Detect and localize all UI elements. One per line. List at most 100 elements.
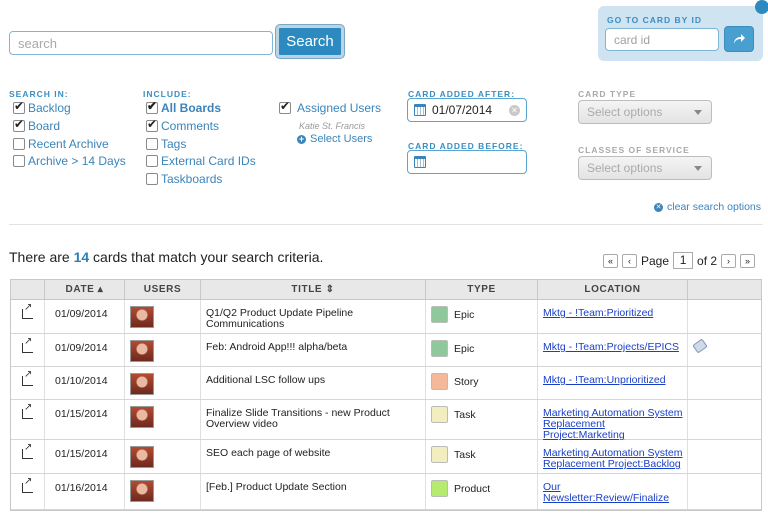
prev-page-button[interactable]: ‹: [622, 253, 637, 268]
open-card-cell[interactable]: [11, 300, 45, 333]
open-card-cell[interactable]: [11, 400, 45, 439]
date-cell: 01/15/2014: [45, 440, 125, 473]
search-button[interactable]: Search: [276, 25, 344, 58]
location-link[interactable]: Mktg - !Team:Unprioritized: [543, 374, 666, 386]
clear-search-label: clear search options: [667, 201, 761, 213]
open-card-icon[interactable]: [22, 402, 33, 419]
clear-search-options-link[interactable]: ✕ clear search options: [654, 201, 761, 213]
go-to-card-button[interactable]: [724, 26, 754, 52]
checkbox-label: Tags: [161, 137, 187, 151]
extra-cell: [688, 300, 761, 333]
users-cell: [125, 300, 201, 333]
avatar: [130, 340, 154, 362]
title-cell: Q1/Q2 Product Update Pipeline Communicat…: [201, 300, 426, 333]
table-row[interactable]: 01/15/2014 Finalize Slide Transitions - n…: [11, 400, 761, 441]
table-row[interactable]: 01/09/2014 Q1/Q2 Product Update Pipeline …: [11, 300, 761, 334]
type-label: Task: [454, 449, 476, 461]
checkbox-external-card-ids[interactable]: External Card IDs: [146, 154, 256, 168]
open-card-cell[interactable]: [11, 367, 45, 399]
checkbox-recent-archive[interactable]: Recent Archive: [13, 137, 109, 151]
location-link[interactable]: Our Newsletter:Review/Finalize: [543, 481, 669, 504]
checkbox-backlog[interactable]: Backlog: [13, 99, 71, 115]
checkbox-icon: [146, 99, 158, 114]
location-link[interactable]: Mktg - !Team:Prioritized: [543, 307, 653, 319]
users-cell: [125, 474, 201, 509]
type-cell: Product: [426, 474, 538, 509]
checkbox-icon: [13, 99, 25, 114]
card-type-title: CARD TYPE: [578, 89, 637, 99]
location-cell: Mktg - !Team:Prioritized: [538, 300, 688, 333]
card-id-input[interactable]: [605, 28, 719, 51]
type-label: Epic: [454, 343, 475, 355]
location-cell: Marketing Automation System Replacement …: [538, 440, 688, 473]
classes-of-service-select[interactable]: Select options: [578, 156, 712, 180]
card-added-after-field[interactable]: 01/07/2014 ✕: [407, 98, 527, 122]
header-users: USERS: [125, 280, 201, 299]
type-label: Story: [454, 376, 479, 388]
table-row[interactable]: 01/16/2014 [Feb.] Product Update Section P…: [11, 474, 761, 510]
checkbox-icon: [13, 117, 25, 132]
header-extra: [688, 280, 761, 299]
avatar: [130, 306, 154, 328]
first-page-button[interactable]: «: [603, 253, 618, 268]
title-cell: [Feb.] Product Update Section: [201, 474, 426, 509]
results-suffix: cards that match your search criteria.: [89, 249, 324, 265]
results-summary: There are 14 cards that match your searc…: [9, 249, 323, 265]
open-card-icon[interactable]: [22, 442, 33, 459]
checkbox-all-boards[interactable]: All Boards: [146, 99, 221, 115]
open-card-icon[interactable]: [22, 369, 33, 386]
type-label: Task: [454, 409, 476, 421]
avatar: [130, 480, 154, 502]
checkbox-tags[interactable]: Tags: [146, 137, 186, 151]
location-link[interactable]: Marketing Automation System Replacement …: [543, 407, 682, 441]
open-card-cell[interactable]: [11, 334, 45, 366]
page-number-input[interactable]: 1: [673, 252, 694, 269]
classes-of-service-title: CLASSES OF SERVICE: [578, 145, 690, 155]
date-cell: 01/16/2014: [45, 474, 125, 509]
checkbox-label: Backlog: [28, 101, 71, 115]
select-users-link[interactable]: + Select Users: [297, 133, 372, 145]
open-card-cell[interactable]: [11, 474, 45, 509]
location-link[interactable]: Mktg - !Team:Projects/EPICS: [543, 341, 679, 353]
calendar-icon: [414, 104, 426, 116]
checkbox-icon: [146, 117, 158, 132]
divider: [9, 224, 763, 225]
open-card-cell[interactable]: [11, 440, 45, 473]
checkbox-archive-14-days[interactable]: Archive > 14 Days: [13, 154, 126, 168]
table-row[interactable]: 01/10/2014 Additional LSC follow ups Story…: [11, 367, 761, 400]
card-added-after-value: 01/07/2014: [432, 103, 493, 117]
card-added-before-field[interactable]: [407, 150, 527, 174]
date-cell: 01/10/2014: [45, 367, 125, 399]
users-cell: [125, 440, 201, 473]
checkbox-taskboards[interactable]: Taskboards: [146, 172, 222, 186]
last-page-button[interactable]: »: [740, 253, 756, 268]
avatar: [130, 446, 154, 468]
clear-date-icon[interactable]: ✕: [509, 105, 520, 116]
checkbox-assigned-users[interactable]: Assigned Users: [279, 99, 381, 115]
chevron-down-icon: [694, 110, 702, 115]
extra-cell: [688, 367, 761, 399]
header-date[interactable]: DATE ▴: [45, 280, 125, 299]
title-cell: SEO each page of website: [201, 440, 426, 473]
search-input[interactable]: [9, 31, 273, 55]
chevron-down-icon: [694, 166, 702, 171]
header-actions: [11, 280, 45, 299]
type-cell: Task: [426, 400, 538, 439]
tag-icon[interactable]: [692, 338, 708, 354]
header-title[interactable]: TITLE ⇕: [201, 280, 426, 299]
checkbox-board[interactable]: Board: [13, 117, 60, 133]
table-row[interactable]: 01/09/2014 Feb: Android App!!! alpha/beta…: [11, 334, 761, 367]
title-cell: Additional LSC follow ups: [201, 367, 426, 399]
next-page-button[interactable]: ›: [721, 253, 737, 268]
page-total: of 2: [697, 253, 718, 268]
avatar: [130, 406, 154, 428]
open-card-icon[interactable]: [22, 476, 33, 493]
location-link[interactable]: Marketing Automation System Replacement …: [543, 447, 682, 470]
classes-placeholder: Select options: [587, 161, 663, 175]
open-card-icon[interactable]: [22, 336, 33, 353]
checkbox-comments[interactable]: Comments: [146, 117, 219, 133]
open-card-icon[interactable]: [22, 302, 33, 319]
extra-cell: [688, 474, 761, 509]
table-row[interactable]: 01/15/2014 SEO each page of website Task Ma…: [11, 440, 761, 474]
card-type-select[interactable]: Select options: [578, 100, 712, 124]
